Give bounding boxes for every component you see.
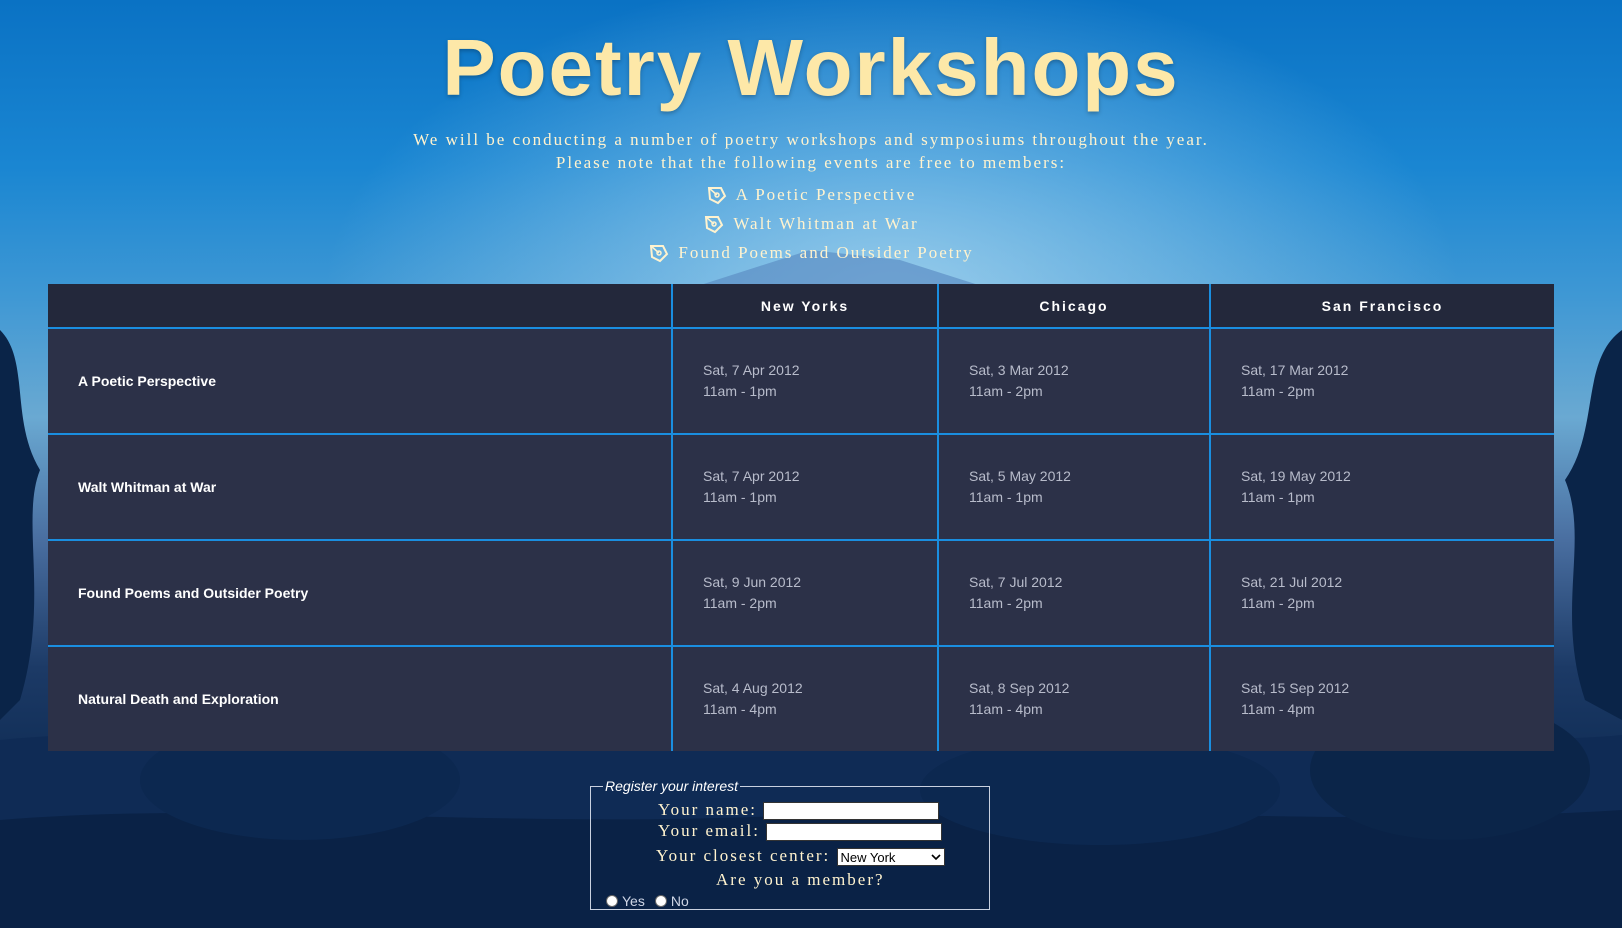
session-time: 11am - 2pm [969,595,1043,611]
center-row: Your closest center: New York [656,846,945,867]
session-cell: Sat, 4 Aug 2012 11am - 4pm [671,646,938,751]
intro-line-2: Please note that the following events ar… [555,153,1067,172]
session-cell: Sat, 5 May 2012 11am - 1pm [937,434,1210,541]
session-date: Sat, 9 Jun 2012 [703,574,802,590]
center-select-value: New York [840,849,896,865]
session-time: 11am - 2pm [1241,595,1315,611]
register-form: Register your interest [590,778,990,910]
name-label: Your name: [658,800,758,819]
session-time: 11am - 4pm [703,701,777,717]
session-date: Sat, 17 Mar 2012 [1241,362,1349,378]
name-row: Your name: [658,800,940,821]
event-name: Natural Death and Exploration [48,646,672,751]
list-item: Found Poems and Outsider Poetry [0,238,1622,267]
table-row: Found Poems and Outsider Poetry Sat, 9 J… [48,540,1554,647]
session-date: Sat, 3 Mar 2012 [969,362,1069,378]
register-form-legend: Register your interest [605,778,739,794]
session-date: Sat, 15 Sep 2012 [1241,680,1350,696]
pen-nib-icon [707,186,726,204]
member-question: Are you a member? [716,870,885,889]
session-time: 11am - 1pm [703,383,777,399]
session-time: 11am - 1pm [969,489,1043,505]
column-header-san-francisco: San Francisco [1209,284,1554,329]
session-time: 11am - 4pm [969,701,1043,717]
session-cell: Sat, 17 Mar 2012 11am - 2pm [1209,328,1554,435]
email-row: Your email: [658,821,943,842]
email-label: Your email: [658,821,760,840]
session-cell: Sat, 3 Mar 2012 11am - 2pm [937,328,1210,435]
event-name: A Poetic Perspective [48,328,672,435]
center-select[interactable]: New York [836,848,945,867]
member-no-radio[interactable] [654,895,667,907]
session-cell: Sat, 19 May 2012 11am - 1pm [1209,434,1554,541]
session-cell: Sat, 9 Jun 2012 11am - 2pm [671,540,938,647]
page-title: Poetry Workshops [442,23,1180,112]
session-time: 11am - 4pm [1241,701,1315,717]
session-cell: Sat, 21 Jul 2012 11am - 2pm [1209,540,1554,647]
intro-text: We will be conducting a number of poetry… [0,128,1622,174]
schedule-table: New Yorks Chicago San Francisco A Poetic… [48,284,1554,751]
session-date: Sat, 8 Sep 2012 [969,680,1070,696]
session-date: Sat, 7 Apr 2012 [703,468,800,484]
event-name: Found Poems and Outsider Poetry [48,540,672,647]
session-time: 11am - 2pm [1241,383,1315,399]
table-row: A Poetic Perspective Sat, 7 Apr 2012 11am… [48,328,1554,435]
pen-nib-icon [650,244,669,262]
table-row: Natural Death and Exploration Sat, 4 Aug… [48,646,1554,751]
member-yes-label: Yes [622,893,645,909]
list-item: A Poetic Perspective [0,180,1622,209]
session-cell: Sat, 8 Sep 2012 11am - 4pm [937,646,1210,751]
center-label: Your closest center: [656,846,831,865]
table-row: Walt Whitman at War Sat, 7 Apr 2012 11am … [48,434,1554,541]
session-date: Sat, 19 May 2012 [1241,468,1351,484]
column-header-event [48,284,672,329]
name-input[interactable] [763,802,940,821]
session-time: 11am - 2pm [969,383,1043,399]
intro-line-1: We will be conducting a number of poetry… [413,130,1209,149]
session-date: Sat, 7 Apr 2012 [703,362,800,378]
member-radio-group: Yes No [606,893,699,909]
session-date: Sat, 5 May 2012 [969,468,1071,484]
session-cell: Sat, 7 Jul 2012 11am - 2pm [937,540,1210,647]
session-date: Sat, 21 Jul 2012 [1241,574,1343,590]
session-time: 11am - 1pm [1241,489,1315,505]
column-header-chicago: Chicago [937,284,1210,329]
free-event-label: A Poetic Perspective [735,184,917,204]
session-date: Sat, 4 Aug 2012 [703,680,803,696]
free-event-label: Found Poems and Outsider Poetry [678,242,974,262]
email-input[interactable] [766,823,943,842]
session-cell: Sat, 7 Apr 2012 11am - 1pm [671,328,938,435]
session-cell: Sat, 15 Sep 2012 11am - 4pm [1209,646,1554,751]
list-item: Walt Whitman at War [0,209,1622,238]
session-date: Sat, 7 Jul 2012 [969,574,1063,590]
member-no-label: No [670,893,689,909]
pen-nib-icon [705,215,724,233]
session-time: 11am - 1pm [703,489,777,505]
event-name: Walt Whitman at War [48,434,672,541]
chevron-down-icon [930,854,941,861]
column-header-new-york: New Yorks [671,284,938,329]
table-header-row: New Yorks Chicago San Francisco [48,284,1554,329]
member-yes-radio[interactable] [606,895,618,907]
session-time: 11am - 2pm [703,595,777,611]
free-events-list: A Poetic Perspective Walt Whitman at War… [0,180,1622,267]
free-event-label: Walt Whitman at War [733,213,919,233]
session-cell: Sat, 7 Apr 2012 11am - 1pm [671,434,938,541]
